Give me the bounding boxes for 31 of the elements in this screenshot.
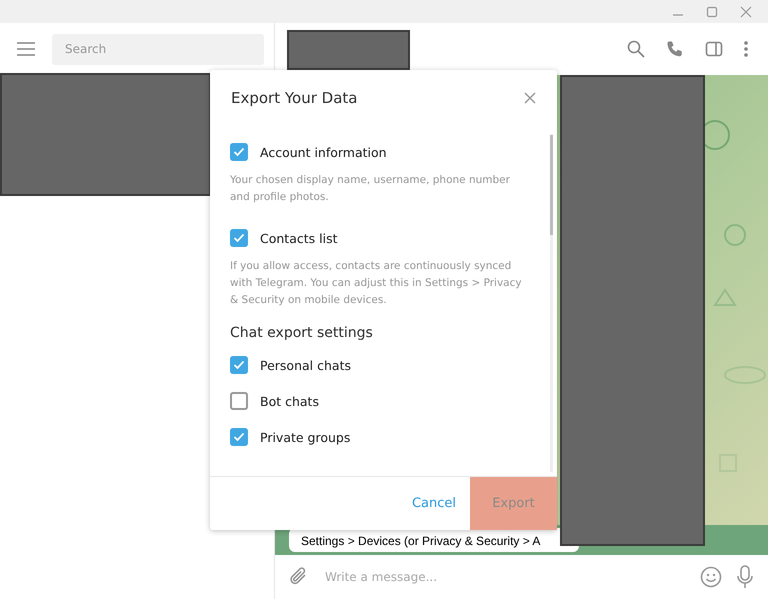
- dialog-title: Export Your Data: [231, 89, 358, 107]
- check-icon: [233, 360, 245, 370]
- option-label[interactable]: Personal chats: [260, 358, 351, 372]
- check-icon: [233, 147, 245, 157]
- option-label[interactable]: Account information: [260, 144, 387, 160]
- message-text: Settings > Devices (or Privacy & Security > A: [301, 534, 540, 549]
- phone-icon[interactable]: [666, 40, 684, 58]
- maximize-icon[interactable]: [706, 6, 718, 18]
- more-icon[interactable]: [744, 41, 748, 57]
- emoji-icon[interactable]: [700, 566, 722, 588]
- close-icon[interactable]: [740, 6, 752, 18]
- option-label[interactable]: Contacts list: [260, 230, 338, 246]
- option-description: Your chosen display name, username, phone number and profile photos.: [230, 173, 511, 205]
- search-icon[interactable]: [627, 40, 645, 58]
- option-label[interactable]: Bot chats: [260, 394, 319, 408]
- option-label[interactable]: Private groups: [260, 430, 350, 444]
- checkbox[interactable]: [230, 428, 248, 446]
- check-icon: [233, 432, 245, 442]
- sidebar-icon[interactable]: [705, 40, 723, 58]
- checkbox[interactable]: [230, 356, 248, 374]
- microphone-icon[interactable]: [736, 565, 754, 589]
- menu-icon[interactable]: [17, 42, 35, 56]
- close-icon[interactable]: [524, 92, 536, 104]
- checkbox[interactable]: [230, 143, 248, 161]
- checkbox[interactable]: [230, 392, 248, 410]
- scrollbar-thumb[interactable]: [550, 135, 553, 235]
- scrollbar[interactable]: [550, 134, 553, 472]
- checkbox[interactable]: [230, 229, 248, 247]
- check-icon: [233, 233, 245, 243]
- option-description: If you allow access, contacts are continuously synced with Telegram. You can adjust this in Settings > Privacy & Security on mobile devices.: [230, 259, 523, 308]
- section-heading: Chat export settings: [230, 325, 374, 341]
